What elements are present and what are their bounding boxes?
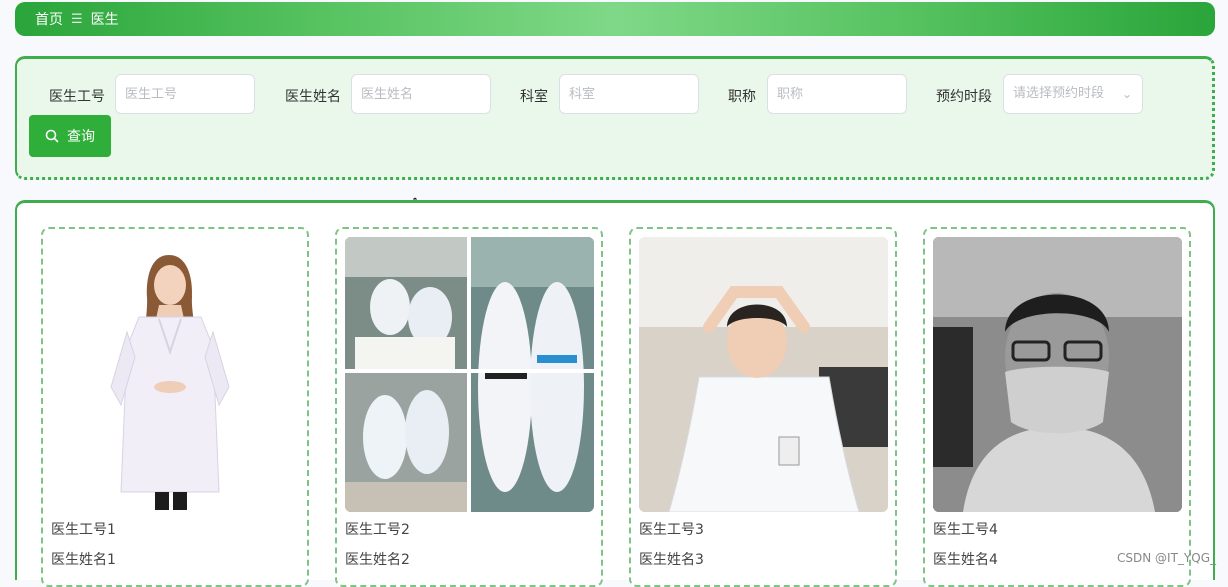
doctor-name: 医生姓名3 (639, 552, 704, 568)
chevron-down-icon: ⌄ (1121, 87, 1132, 101)
doctor-card[interactable]: 医生工号2 医生姓名2 (335, 227, 603, 587)
period-select[interactable]: 请选择预约时段 ⌄ (1003, 74, 1143, 114)
department-label: 科室 (520, 89, 548, 105)
breadcrumb-current: 医生 (90, 12, 119, 28)
doctor-photo (933, 237, 1182, 512)
watermark: CSDN @IT_YQG_ (1117, 551, 1216, 565)
doctor-photo (345, 237, 594, 512)
results-panel: 医生工号1 医生姓名1 医生工号2 医生姓名2 医生工号3 医生姓名3 医生工号… (15, 200, 1215, 587)
doctor-name: 医生姓名4 (933, 552, 998, 568)
search-icon (45, 129, 59, 143)
doctor-name-label: 医生姓名 (285, 89, 341, 105)
doctor-card[interactable]: 医生工号1 医生姓名1 (41, 227, 309, 587)
query-label: 查询 (67, 128, 95, 144)
period-label: 预约时段 (936, 89, 992, 105)
breadcrumb: 首页 ☰ 医生 (15, 2, 1215, 36)
doctor-id: 医生工号4 (933, 522, 998, 538)
title-label: 职称 (728, 89, 756, 105)
doctor-photo (51, 237, 300, 512)
doctor-id: 医生工号3 (639, 522, 704, 538)
doctor-id: 医生工号1 (51, 522, 116, 538)
doctor-card[interactable]: 医生工号3 医生姓名3 (629, 227, 897, 587)
title-input[interactable] (767, 74, 907, 114)
period-placeholder: 请选择预约时段 (1013, 86, 1105, 101)
department-input[interactable] (559, 74, 699, 114)
doctor-name: 医生姓名1 (51, 552, 116, 568)
doctor-name-input[interactable] (351, 74, 491, 114)
doctor-name: 医生姓名2 (345, 552, 410, 568)
search-panel: 医生工号 医生姓名 科室 职称 预约时段 请选择预约时段 ⌄ 查询 (15, 56, 1215, 180)
doctor-photo (639, 237, 888, 512)
query-button[interactable]: 查询 (29, 115, 111, 157)
doctor-id-input[interactable] (115, 74, 255, 114)
doctor-id: 医生工号2 (345, 522, 410, 538)
menu-icon: ☰ (71, 11, 83, 27)
doctor-card[interactable]: 医生工号4 医生姓名4 (923, 227, 1191, 587)
doctor-id-label: 医生工号 (49, 89, 105, 105)
breadcrumb-home[interactable]: 首页 (35, 9, 63, 29)
